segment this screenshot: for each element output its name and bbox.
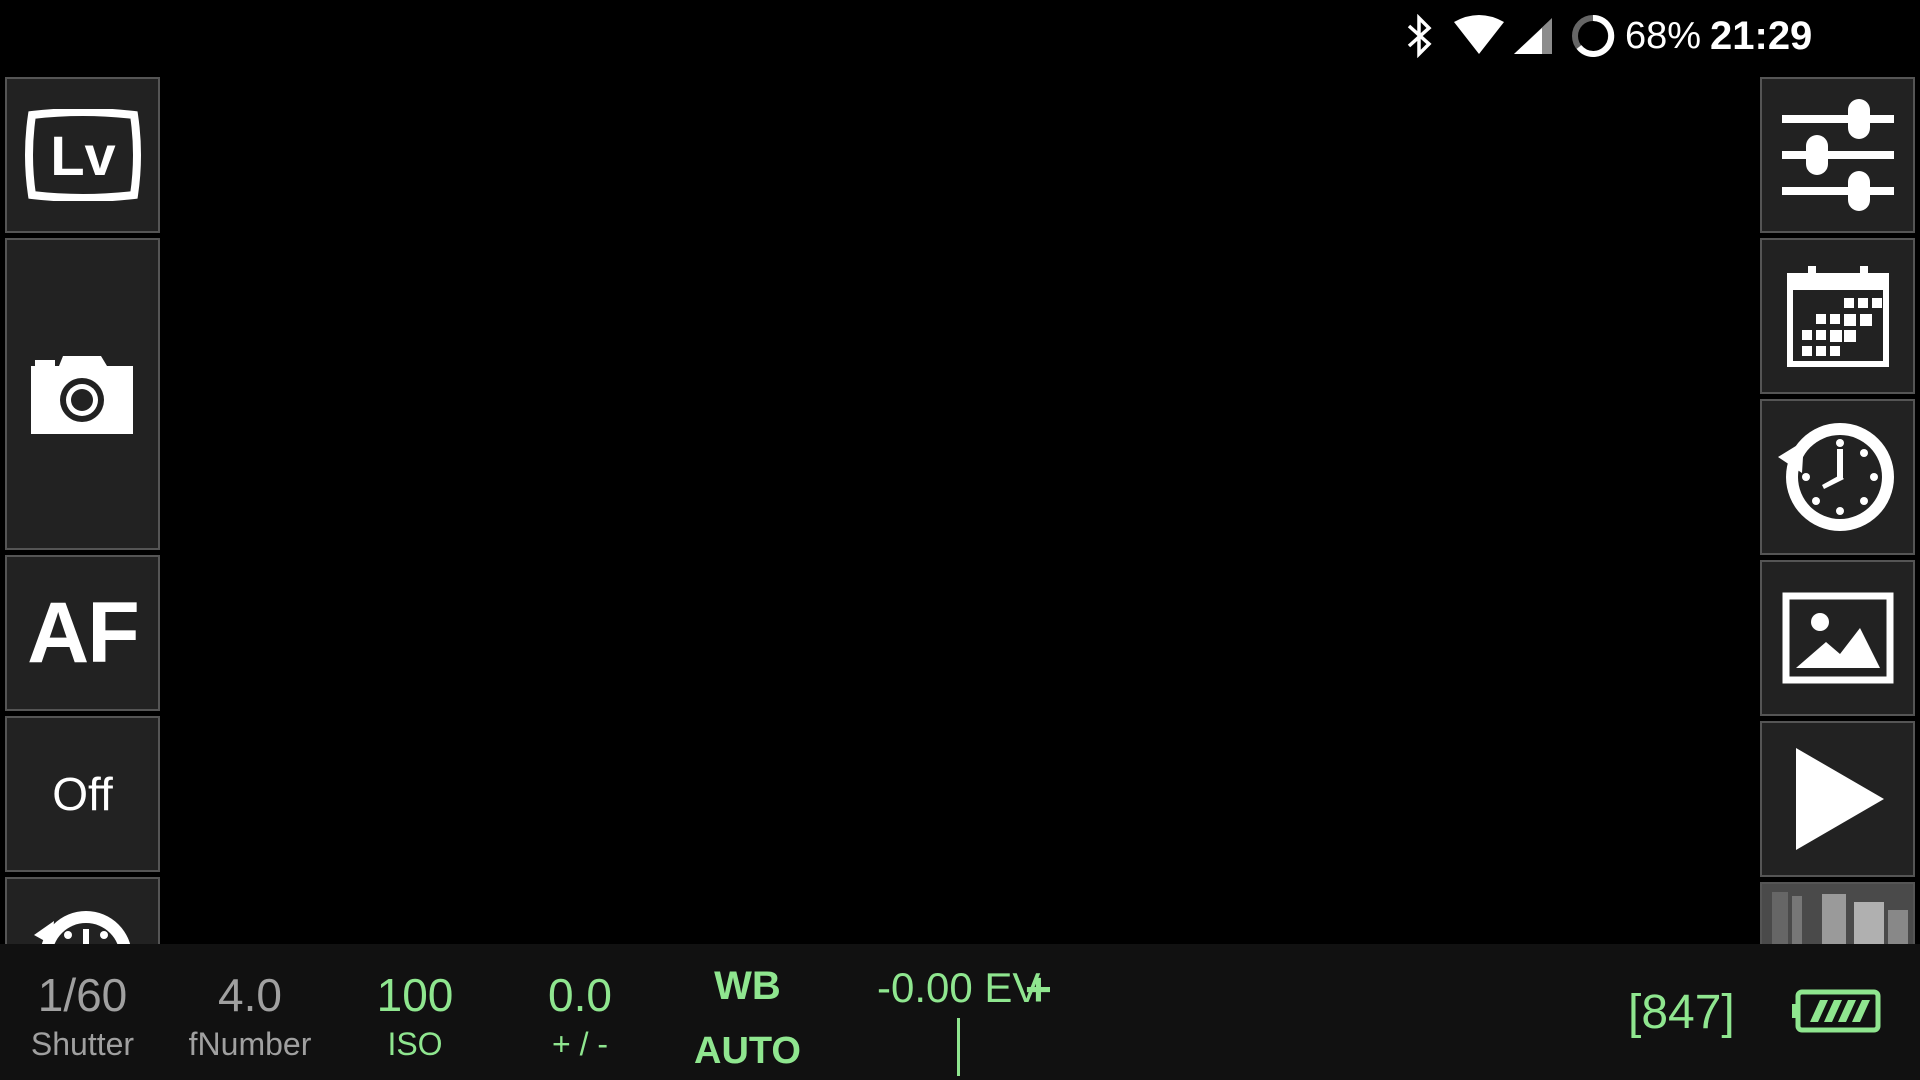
timer-icon <box>28 901 138 945</box>
shutter-button[interactable] <box>5 238 160 550</box>
exposure-meter: -0.00 EV + <box>877 944 1057 1080</box>
camera-icon <box>29 352 137 436</box>
cell-signal-icon <box>1512 0 1556 72</box>
ev-comp-value: 0.0 <box>548 969 612 1021</box>
wb-label: WB <box>714 964 781 1008</box>
ev-plus-sign: + <box>1025 963 1052 1015</box>
settings-button[interactable] <box>1760 77 1915 233</box>
shots-remaining: [847] <box>1628 985 1735 1039</box>
shutter-value: 1/60 <box>37 969 128 1021</box>
iso-value: 100 <box>376 969 454 1021</box>
schedule-button[interactable] <box>1760 238 1915 394</box>
image-icon <box>1782 592 1894 684</box>
battery-ring-icon <box>1570 0 1616 72</box>
clock-history-icon <box>1776 415 1900 539</box>
white-balance-control[interactable]: WB AUTO <box>685 944 810 1080</box>
autofocus-button[interactable]: AF <box>5 555 160 711</box>
bluetooth-icon <box>1405 0 1435 72</box>
shutter-label: Shutter <box>30 1026 135 1062</box>
calendar-icon <box>1786 264 1890 368</box>
wb-value: AUTO <box>694 1030 801 1072</box>
camera-battery-icon <box>1792 988 1882 1039</box>
wifi-icon <box>1452 0 1506 72</box>
play-icon <box>1788 744 1888 854</box>
af-label: AF <box>27 584 140 681</box>
liveview-button[interactable]: Lv <box>5 77 160 233</box>
interval-history-button[interactable] <box>1760 399 1915 555</box>
fnumber-label: fNumber <box>188 1026 312 1062</box>
lv-icon: Lv <box>24 109 142 201</box>
iso-label: ISO <box>387 1026 443 1062</box>
ev-meter-value: -0.00 EV <box>877 964 1041 1011</box>
fnumber-control[interactable]: 4.0 fNumber <box>175 944 325 1080</box>
off-label: Off <box>52 768 113 820</box>
svg-text:Lv: Lv <box>50 124 115 187</box>
ev-meter-needle <box>957 1018 960 1076</box>
exposure-compensation-control[interactable]: 0.0 + / - <box>525 944 635 1080</box>
gallery-button[interactable] <box>1760 560 1915 716</box>
last-photo-thumbnail[interactable] <box>1760 882 1915 952</box>
shutter-speed-control[interactable]: 1/60 Shutter <box>20 944 145 1080</box>
mode-off-button[interactable]: Off <box>5 716 160 872</box>
timer-button[interactable] <box>5 877 160 947</box>
sliders-icon <box>1778 95 1898 215</box>
fnumber-value: 4.0 <box>218 969 282 1021</box>
exposure-bar: 1/60 Shutter 4.0 fNumber 100 ISO 0.0 + /… <box>0 944 1920 1080</box>
ev-comp-label: + / - <box>551 1026 608 1062</box>
battery-percent: 68% <box>1625 14 1702 57</box>
status-bar: 68% 21:29 <box>1320 0 1920 72</box>
clock-time: 21:29 <box>1710 13 1813 58</box>
photo-thumbnail-icon <box>1762 884 1913 950</box>
iso-control[interactable]: 100 ISO <box>360 944 470 1080</box>
playback-button[interactable] <box>1760 721 1915 877</box>
